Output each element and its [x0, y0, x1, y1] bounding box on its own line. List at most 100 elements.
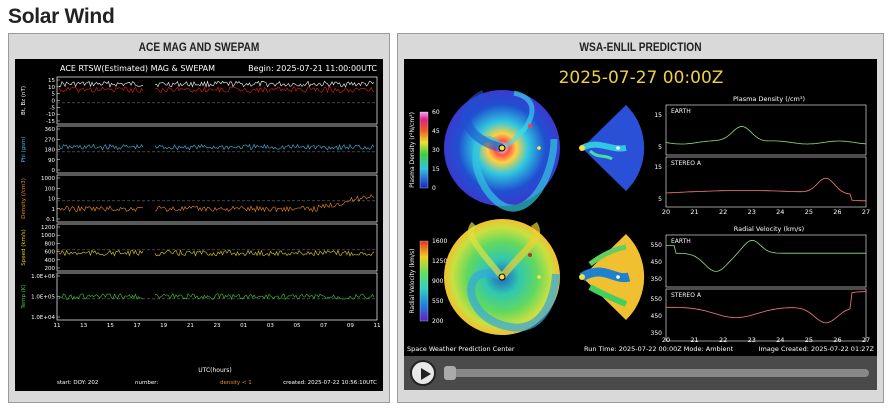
ace-series-temp	[58, 293, 375, 301]
ts-x-tick: 21	[690, 208, 698, 216]
ace-chart-svg: ACE RTSW(Estimated) MAG & SWEPAM Begin: …	[21, 64, 381, 386]
slider-handle[interactable]	[444, 366, 456, 380]
colorbar-tick: 45	[432, 128, 440, 135]
ace-y-tick: 15	[48, 78, 55, 84]
ace-y-tick: 10	[48, 197, 55, 203]
ts-x-tick-bottom: 24	[776, 336, 784, 344]
velocity-colorbar	[419, 240, 429, 322]
colorbar-tick: 200	[432, 318, 444, 325]
ace-panel-label: Phi (gsm)	[21, 136, 27, 162]
enlil-timestamp: 2025-07-27 00:00Z	[559, 68, 724, 88]
radial-velocity-title: Radial Velocity (km/s)	[734, 225, 804, 233]
stereo-marker	[528, 124, 532, 128]
colorbar-tick: 30	[432, 147, 440, 154]
density-colorbar	[419, 111, 429, 189]
ace-x-tick: 21	[187, 323, 194, 329]
density-colorbar-label: Plasma Density (r²N/cm³)	[409, 112, 416, 188]
ace-panel: ACE MAG AND SWEPAM ACE RTSW(Estimated) M…	[8, 33, 390, 403]
ace-x-tick: 15	[107, 323, 114, 329]
ts-series	[666, 239, 866, 272]
ts-y-tick: 5	[658, 196, 662, 203]
ace-panel-title: ACE MAG AND SWEPAM	[138, 40, 260, 54]
ace-panel-3: Speed (km/s) 1200 1000 800 600 400 200	[21, 223, 378, 272]
ts-x-tick: 22	[719, 208, 727, 216]
ace-y-tick: 270	[45, 137, 56, 143]
ts-y-tick: 550	[651, 242, 663, 249]
play-button[interactable]	[410, 360, 436, 386]
ace-panel-frame	[56, 223, 378, 272]
ace-panel-label: Temp (K)	[21, 284, 27, 309]
velocity-wedge	[579, 234, 645, 320]
ace-series-phi	[58, 143, 375, 151]
ace-y-tick: 1200	[41, 225, 55, 231]
ace-y-tick: 100	[45, 186, 56, 192]
ace-y-tick: 1	[52, 207, 56, 213]
ace-footer-mid: number:	[135, 380, 158, 386]
ace-x-tick: 11	[374, 323, 381, 329]
ace-panel-1: Phi (gsm) 360 270 180 90 0	[21, 125, 378, 174]
enlil-panel: WSA-ENLIL PREDICTION 2025-07-27 00:00Z P…	[397, 33, 884, 403]
ace-panel-2: Density (/cm3) 1000 100 10 1 0.1	[21, 174, 378, 223]
earth-marker	[537, 146, 541, 150]
ace-y-tick: 1.0E+05	[31, 295, 55, 301]
ts-y-tick: 450	[651, 313, 663, 320]
ace-x-tick: 19	[160, 323, 167, 329]
ts-x-tick-bottom: 20	[662, 336, 670, 344]
enlil-footer-right: Image Created: 2025-07-22 01:27Z	[759, 345, 875, 353]
ace-y-tick: 1000	[41, 176, 55, 182]
ace-y-tick: 1.0E+06	[31, 274, 55, 280]
ts-label: EARTH	[671, 238, 691, 245]
ts-label: STEREO A	[671, 292, 702, 299]
ts-series	[665, 177, 867, 202]
ts-x-tick-bottom: 25	[805, 336, 813, 344]
page-title: Solar Wind	[8, 5, 115, 28]
ts-x-tick-bottom: 27	[862, 336, 870, 344]
colorbar-tick: 15	[432, 166, 440, 173]
enlil-plot[interactable]: 2025-07-27 00:00Z Plasma Density (r²N/cm…	[404, 59, 877, 356]
ace-x-tick: 11	[54, 323, 61, 329]
ts-x-tick: 26	[833, 208, 841, 216]
ace-y-tick: -5	[50, 105, 56, 111]
ace-y-tick: -10	[46, 112, 55, 118]
ts-x-tick: 25	[805, 208, 813, 216]
ace-x-tick: 17	[134, 323, 141, 329]
ts-y-tick: 450	[651, 259, 663, 266]
enlil-footer-left: Space Weather Prediction Center	[407, 345, 515, 353]
ts-label: STEREO A	[671, 160, 702, 167]
ace-x-tick: 23	[214, 323, 221, 329]
ace-y-tick: 1.0E+04	[31, 315, 55, 321]
ace-x-tick: 01	[240, 323, 247, 329]
density-wedge	[579, 105, 645, 191]
ts-x-tick-bottom: 21	[690, 336, 698, 344]
velocity-disk	[444, 219, 560, 335]
ace-y-tick: 800	[45, 241, 56, 247]
ace-panel-frame	[56, 76, 378, 125]
plasma-density-title: Plasma Density (/cm³)	[733, 95, 805, 103]
colorbar-tick: 0	[432, 185, 436, 192]
ace-y-tick: 0	[52, 168, 56, 174]
ts-y-tick: 350	[651, 276, 663, 283]
ace-panel-0: Bt, Bz (nT) 151050-5-10-15	[21, 76, 378, 125]
animation-slider[interactable]	[444, 366, 869, 380]
ace-x-tick: 07	[320, 323, 327, 329]
ace-panel-label: Density (/cm3)	[21, 178, 27, 219]
ace-footer-left: start: DOY: 202	[57, 380, 98, 386]
ace-panel-frame	[56, 125, 378, 174]
ace-header-right: Begin: 2025-07-21 11:00:00UTC	[248, 64, 377, 73]
ace-x-tick: 09	[347, 323, 354, 329]
ace-panel-frame	[56, 174, 378, 223]
ace-y-tick: -15	[46, 119, 55, 125]
colorbar-tick: 1600	[432, 238, 447, 245]
ace-series-speed	[58, 249, 375, 257]
ace-x-tick: 13	[80, 323, 87, 329]
ace-y-tick: 0	[52, 99, 56, 105]
ts-y-tick: 350	[651, 330, 663, 337]
ace-plot[interactable]: ACE RTSW(Estimated) MAG & SWEPAM Begin: …	[15, 59, 383, 391]
ts-x-tick: 24	[776, 208, 784, 216]
ts-y-tick: 15	[654, 112, 662, 119]
ace-y-tick: 400	[45, 258, 56, 264]
ts-y-tick: 15	[654, 164, 662, 171]
ace-footer-right: created: 2025-07-22 10:56:10UTC	[283, 380, 377, 386]
ts-frame	[665, 234, 867, 288]
velocity-colorbar-label: Radial Velocity (km/s)	[409, 248, 416, 313]
